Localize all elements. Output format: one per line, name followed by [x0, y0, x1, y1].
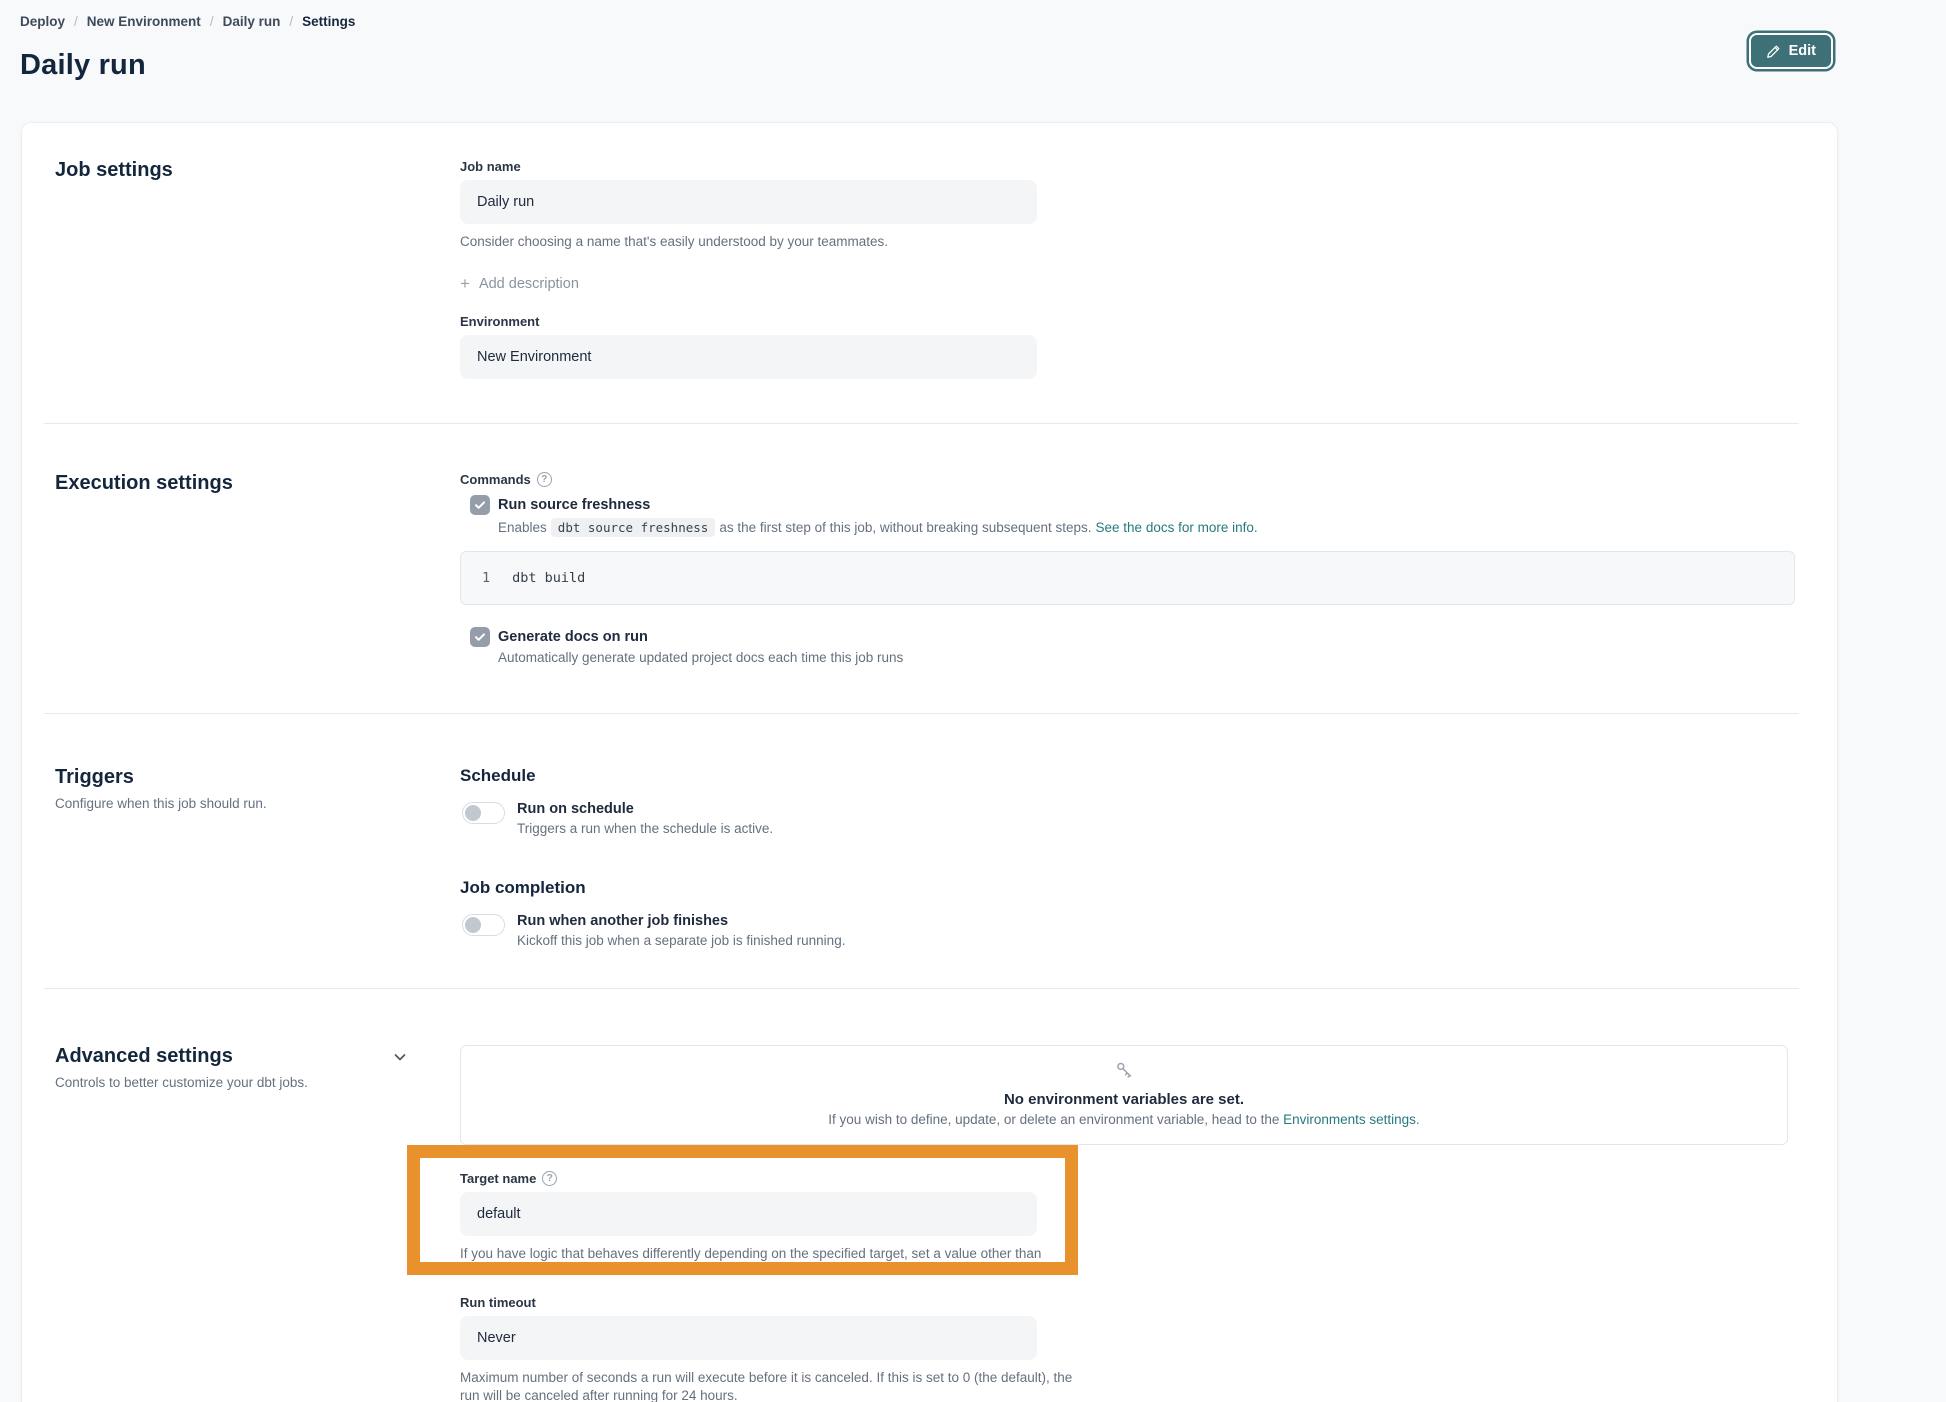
breadcrumb-separator: /: [210, 14, 214, 29]
generate-docs-checkbox: [470, 627, 490, 647]
add-description-label: Add description: [479, 276, 579, 292]
edit-button[interactable]: Edit: [1749, 33, 1833, 69]
run-on-schedule-row: Run on schedule Triggers a run when the …: [460, 801, 1795, 836]
run-timeout-label: Run timeout: [460, 1295, 1795, 1310]
docs-link[interactable]: See the docs for more info.: [1096, 520, 1258, 535]
run-on-schedule-label: Run on schedule: [517, 801, 773, 817]
breadcrumb-job[interactable]: Daily run: [223, 14, 281, 29]
page-title: Daily run: [20, 49, 1946, 82]
commands-label-text: Commands: [460, 472, 531, 487]
environment-input: New Environment: [460, 335, 1037, 379]
run-source-freshness-label: Run source freshness: [498, 497, 650, 513]
breadcrumb-separator: /: [74, 14, 78, 29]
commands-label: Commands ?: [460, 472, 1795, 487]
environments-settings-link[interactable]: Environments settings: [1283, 1112, 1416, 1127]
breadcrumb-environment[interactable]: New Environment: [87, 14, 201, 29]
run-source-freshness-desc: Enables dbt source freshness as the firs…: [498, 518, 1795, 537]
target-name-highlight-region: Target name ? default If you have logic …: [407, 1145, 1078, 1275]
plus-icon: +: [460, 274, 470, 294]
section-execution-settings: Execution settings Commands ? Run source…: [22, 424, 1837, 713]
settings-card: Job settings Job name Daily run Consider…: [21, 122, 1838, 1402]
section-triggers: Triggers Configure when this job should …: [22, 714, 1837, 988]
breadcrumb: Deploy / New Environment / Daily run / S…: [20, 14, 1946, 29]
job-name-help: Consider choosing a name that's easily u…: [460, 233, 1080, 252]
toggle-knob: [465, 917, 481, 933]
help-icon[interactable]: ?: [542, 1171, 557, 1186]
run-source-freshness-checkbox: [470, 495, 490, 515]
checkmark-icon: [474, 631, 486, 643]
triggers-heading: Triggers: [55, 766, 460, 789]
job-completion-heading: Job completion: [460, 878, 1795, 898]
add-description-button[interactable]: + Add description: [460, 274, 579, 294]
job-name-label: Job name: [460, 159, 1795, 174]
chevron-down-icon[interactable]: [392, 1049, 408, 1070]
target-name-help: If you have logic that behaves different…: [460, 1245, 1045, 1275]
run-on-schedule-desc: Triggers a run when the schedule is acti…: [517, 821, 773, 836]
generate-docs-desc-text: Automatically generate updated project d…: [498, 650, 903, 665]
toggle-knob: [465, 805, 481, 821]
inline-code-chip: dbt source freshness: [551, 518, 716, 537]
help-icon[interactable]: ?: [537, 472, 552, 487]
triggers-description: Configure when this job should run.: [55, 796, 460, 811]
schedule-heading: Schedule: [460, 766, 1795, 786]
breadcrumb-settings: Settings: [302, 14, 355, 29]
run-timeout-input: Never: [460, 1316, 1037, 1360]
run-timeout-help: Maximum number of seconds a run will exe…: [460, 1369, 1080, 1402]
edit-button-label: Edit: [1789, 43, 1816, 59]
target-name-label-text: Target name: [460, 1171, 536, 1186]
env-vars-body-text: If you wish to define, update, or delete…: [828, 1112, 1279, 1127]
env-vars-body-suffix: .: [1416, 1112, 1420, 1127]
env-vars-empty-panel: No environment variables are set. If you…: [460, 1045, 1788, 1145]
run-source-freshness-row: Run source freshness: [460, 495, 1795, 515]
job-settings-heading: Job settings: [55, 159, 460, 182]
code-line-number: 1: [482, 570, 490, 586]
section-job-settings: Job settings Job name Daily run Consider…: [22, 123, 1837, 423]
checkmark-icon: [474, 499, 486, 511]
generate-docs-label: Generate docs on run: [498, 629, 648, 645]
execution-settings-heading: Execution settings: [55, 472, 460, 495]
run-when-job-finishes-row: Run when another job finishes Kickoff th…: [460, 913, 1795, 948]
breadcrumb-deploy[interactable]: Deploy: [20, 14, 65, 29]
run-timeout-group: Run timeout Never Maximum number of seco…: [460, 1295, 1795, 1402]
run-on-schedule-toggle[interactable]: [462, 802, 505, 824]
breadcrumb-separator: /: [289, 14, 293, 29]
run-when-job-finishes-toggle[interactable]: [462, 914, 505, 936]
env-vars-body: If you wish to define, update, or delete…: [828, 1112, 1419, 1127]
run-when-job-finishes-desc: Kickoff this job when a separate job is …: [517, 933, 845, 948]
target-name-input: default: [460, 1192, 1037, 1236]
page-header: Deploy / New Environment / Daily run / S…: [0, 0, 1946, 82]
run-when-job-finishes-label: Run when another job finishes: [517, 913, 845, 929]
env-vars-title: No environment variables are set.: [1004, 1091, 1244, 1108]
code-line-text: dbt build: [512, 570, 585, 586]
advanced-settings-description: Controls to better customize your dbt jo…: [55, 1075, 460, 1090]
section-advanced-settings: Advanced settings Controls to better cus…: [22, 989, 1837, 1402]
generate-docs-desc: Automatically generate updated project d…: [498, 650, 1795, 665]
key-icon: [1113, 1060, 1135, 1087]
desc-suffix: as the first step of this job, without b…: [719, 520, 1091, 535]
commands-code-editor: 1 dbt build: [460, 551, 1795, 605]
pencil-icon: [1766, 44, 1781, 59]
desc-prefix: Enables: [498, 520, 547, 535]
environment-label: Environment: [460, 314, 1795, 329]
generate-docs-row: Generate docs on run: [460, 627, 1795, 647]
job-name-input: Daily run: [460, 180, 1037, 224]
target-name-label: Target name ?: [460, 1171, 1078, 1186]
